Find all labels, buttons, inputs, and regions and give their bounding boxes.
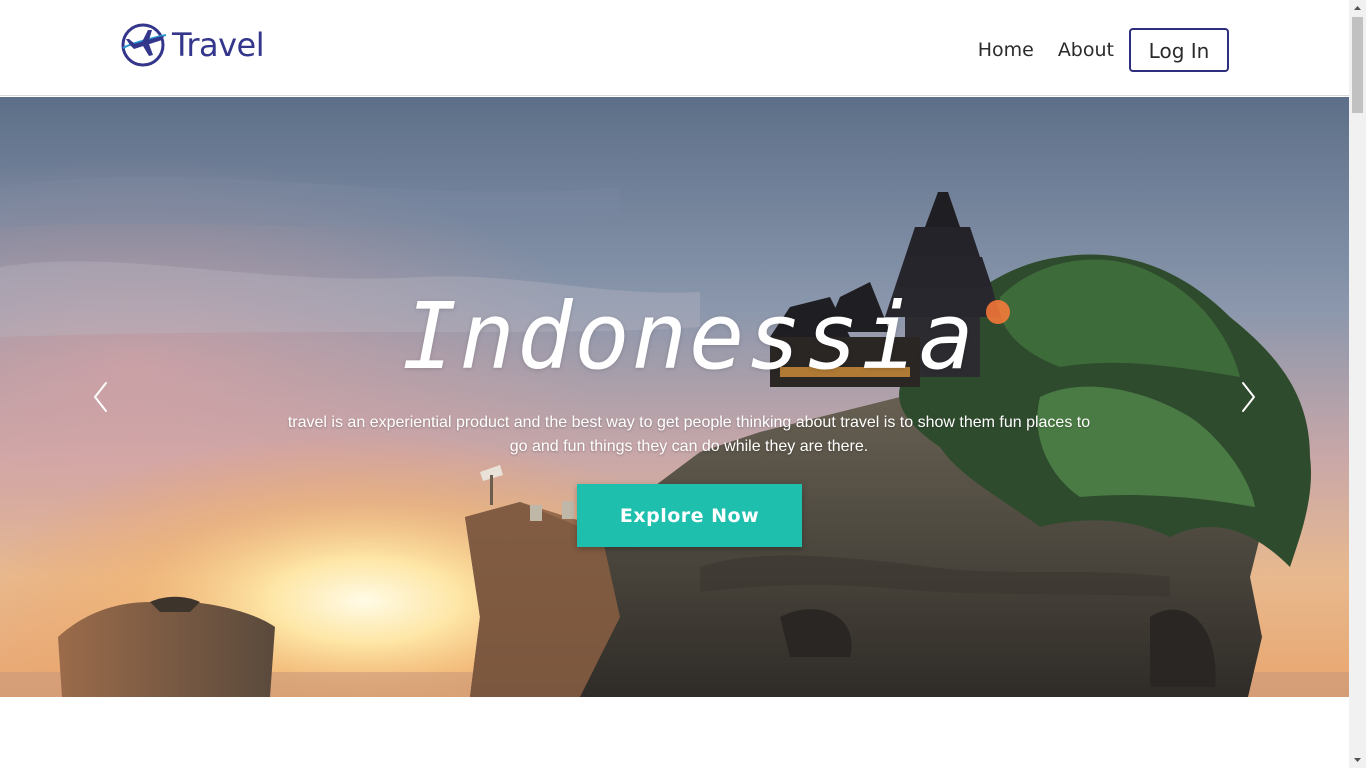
page: Travel Home About Log In Indonessia trav… <box>0 0 1349 768</box>
airplane-globe-icon <box>121 23 167 67</box>
nav-home-link[interactable]: Home <box>978 39 1034 61</box>
hero-background-image <box>0 97 1349 697</box>
nav-about-link[interactable]: About <box>1058 39 1114 61</box>
scroll-up-arrow-icon[interactable] <box>1349 0 1366 17</box>
main-nav: Home About Log In <box>978 28 1229 72</box>
hero-description: travel is an experiential product and th… <box>287 414 1091 455</box>
hero-carousel: Indonessia travel is an experiential pro… <box>0 97 1349 697</box>
vertical-scrollbar[interactable] <box>1349 0 1366 768</box>
hero-title: Indonessia <box>402 283 976 390</box>
site-header: Travel Home About Log In <box>0 0 1349 96</box>
scroll-down-arrow-icon[interactable] <box>1349 751 1366 768</box>
scrollbar-thumb[interactable] <box>1352 17 1363 113</box>
explore-now-button[interactable]: Explore Now <box>577 484 802 547</box>
logo-text: Travel <box>172 26 265 64</box>
logo-link[interactable]: Travel <box>118 20 265 70</box>
login-button[interactable]: Log In <box>1129 28 1229 72</box>
